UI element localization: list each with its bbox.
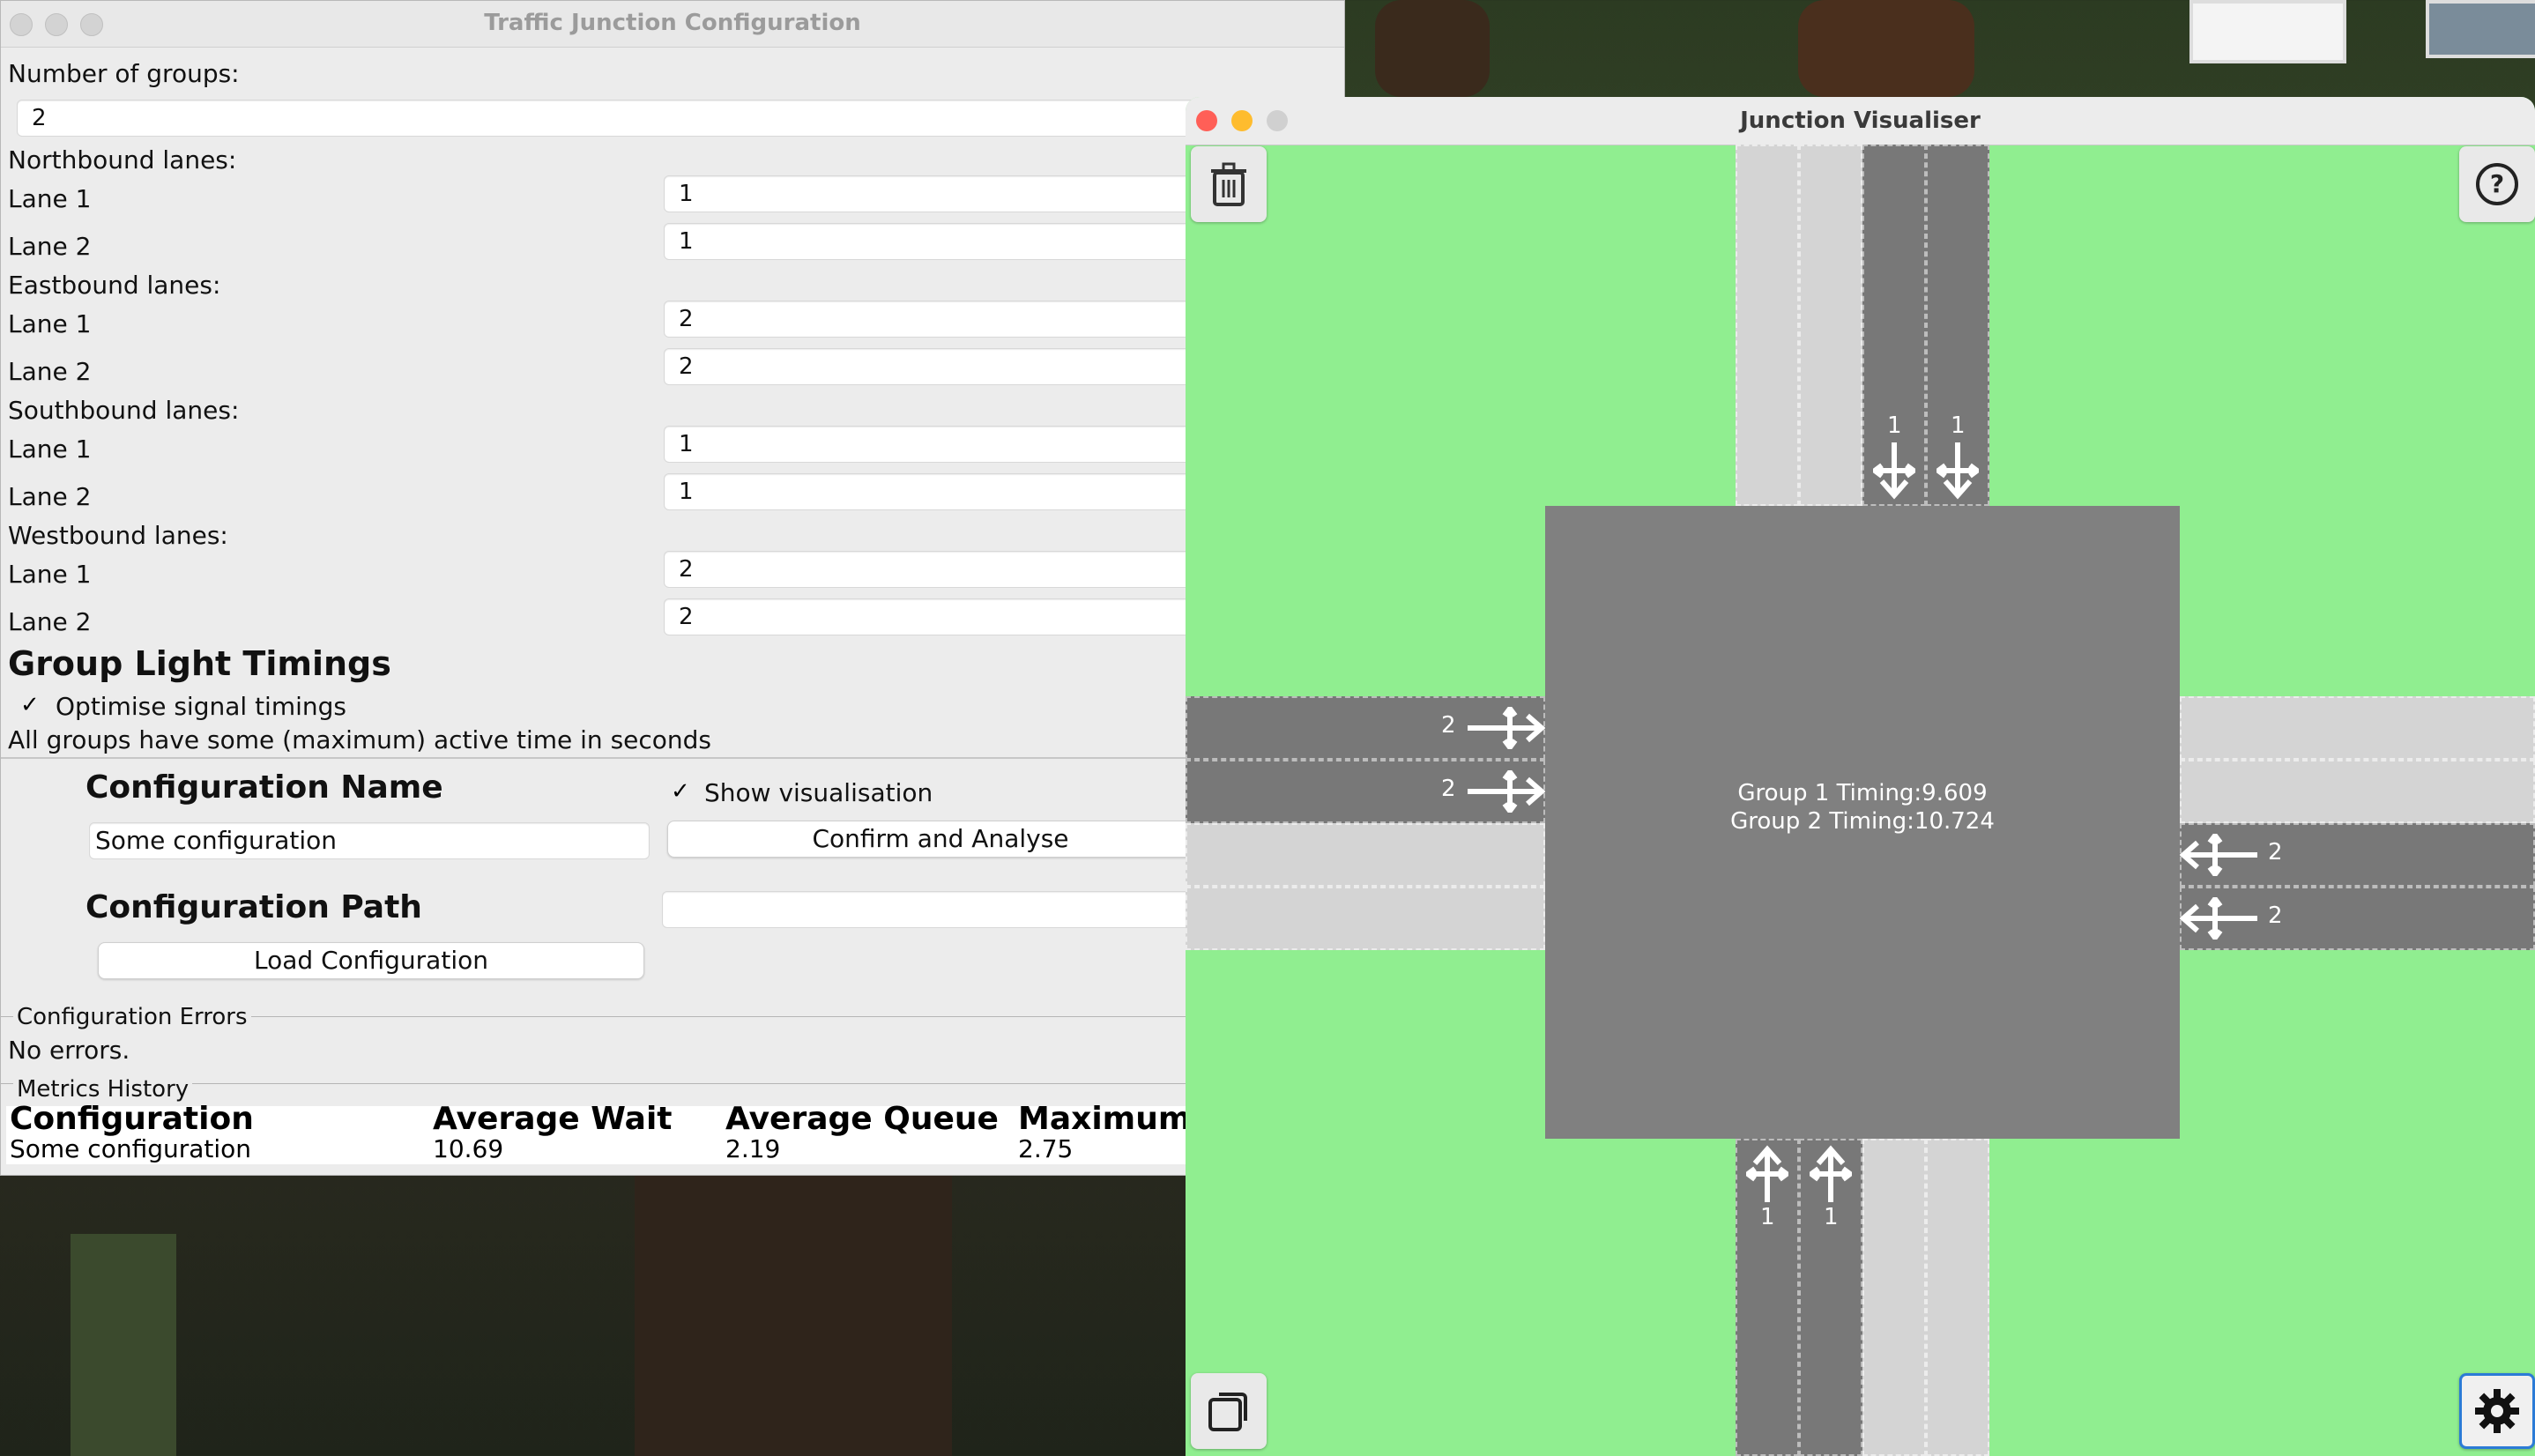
north-lane1-arrow-icon [1873,442,1915,500]
group1-timing: Group 1 Timing:9.609 [1737,780,1988,806]
south-lane2-count: 1 [1824,1204,1839,1230]
junction-visualiser-window: Junction Visualiser Group 1 Timing:9.609… [1186,97,2535,1456]
help-icon: ? [2476,163,2518,205]
westbound-lane1-label: Lane 1 [8,560,92,589]
east-lane2-count: 2 [2268,903,2283,929]
west-lane2-arrow-icon [1468,770,1545,813]
southbound-lane1-label: Lane 1 [8,435,92,464]
load-configuration-button[interactable]: Load Configuration [98,942,644,979]
groups-input[interactable]: 2 [17,100,1344,137]
tree-trunk [71,1234,176,1456]
east-lane1-arrow-icon [2180,834,2257,876]
northbound-heading: Northbound lanes: [8,145,237,175]
configuration-errors-title: Configuration Errors [13,1004,251,1030]
eastbound-lane2-label: Lane 2 [8,357,92,386]
westbound-lane2-label: Lane 2 [8,607,92,636]
east-lane2-arrow-icon [2180,897,2257,940]
south-lane2-arrow-icon [1810,1145,1852,1202]
northbound-lane1-label: Lane 1 [8,184,92,213]
metrics-header-maximum[interactable]: Maximum [1018,1101,1191,1137]
group2-timing: Group 2 Timing:10.724 [1730,808,1995,835]
window-toggle-button[interactable] [1191,1373,1267,1449]
settings-button[interactable] [2459,1373,2535,1449]
metrics-table: Configuration Average Wait Average Queue… [6,1101,1344,1164]
config-titlebar: Traffic Junction Configuration [1,1,1344,48]
tree-trunk [635,1176,952,1456]
desktop-thumbnail[interactable] [2189,0,2346,63]
east-road-outbound-lane [2180,696,2535,760]
configuration-name-input[interactable]: Some configuration [89,822,650,859]
help-button[interactable]: ? [2459,146,2535,222]
metrics-border [1,1083,1344,1084]
errors-text: No errors. [8,1036,130,1065]
metrics-cell-wait[interactable]: 10.69 [433,1134,503,1163]
metrics-cell-config[interactable]: Some configuration [10,1134,251,1163]
show-visualisation-checkbox[interactable]: ✓ [671,778,690,805]
east-lane1-count: 2 [2268,839,2283,865]
west-lane1-arrow-icon [1468,707,1545,749]
north-road-outbound-lane [1736,145,1799,506]
window-icon [1208,1393,1247,1431]
eastbound-lane1-label: Lane 1 [8,309,92,338]
active-time-note: All groups have some (maximum) active ti… [8,725,712,754]
trash-icon [1211,162,1246,206]
south-road-outbound-lane [1862,1139,1926,1456]
timing-readout: Group 1 Timing:9.609 Group 2 Timing:10.7… [1545,779,2180,836]
south-lane1-arrow-icon [1746,1145,1788,1202]
gear-icon [2475,1389,2519,1433]
west-lane1-count: 2 [1441,712,1456,739]
confirm-and-analyse-button[interactable]: Confirm and Analyse [667,821,1214,858]
visualiser-window-title: Junction Visualiser [1740,108,1981,134]
north-lane2-arrow-icon [1937,442,1979,500]
west-lane2-count: 2 [1441,776,1456,802]
eastbound-heading: Eastbound lanes: [8,271,221,300]
desktop-thumbnail[interactable] [2426,0,2535,58]
metrics-cell-queue[interactable]: 2.19 [725,1134,780,1163]
metrics-history-title: Metrics History [13,1076,193,1103]
southbound-heading: Southbound lanes: [8,396,240,425]
tree-trunk [1375,0,1490,97]
north-road-outbound-lane [1799,145,1862,506]
metrics-cell-maximum[interactable]: 2.75 [1018,1134,1073,1163]
south-road-outbound-lane [1926,1139,1989,1456]
metrics-header-average-queue[interactable]: Average Queue [725,1101,999,1137]
east-road-outbound-lane [2180,760,2535,823]
north-lane1-count: 1 [1887,412,1902,439]
north-lane2-count: 1 [1951,412,1966,439]
delete-button[interactable] [1191,146,1267,222]
optimise-label: Optimise signal timings [56,692,346,721]
tree-trunk [1798,0,1974,97]
metrics-header-configuration[interactable]: Configuration [10,1101,254,1137]
configuration-name-heading: Configuration Name [85,769,443,806]
metrics-header-average-wait[interactable]: Average Wait [433,1101,673,1137]
west-road-outbound-lane [1186,823,1545,887]
configuration-window: Traffic Junction Configuration Number of… [0,0,1345,1176]
group-light-timings-heading: Group Light Timings [8,644,391,683]
northbound-lane2-label: Lane 2 [8,232,92,261]
groups-label: Number of groups: [8,59,240,88]
south-lane1-count: 1 [1760,1204,1775,1230]
divider [1,757,1344,759]
svg-text:?: ? [2490,169,2504,198]
southbound-lane2-label: Lane 2 [8,482,92,511]
westbound-heading: Westbound lanes: [8,521,228,550]
visualiser-titlebar: Junction Visualiser [1186,97,2535,145]
configuration-path-heading: Configuration Path [85,889,422,925]
optimise-checkbox[interactable]: ✓ [20,692,40,718]
west-road-outbound-lane [1186,887,1545,950]
show-visualisation-label: Show visualisation [704,778,933,807]
config-window-title: Traffic Junction Configuration [484,10,861,36]
